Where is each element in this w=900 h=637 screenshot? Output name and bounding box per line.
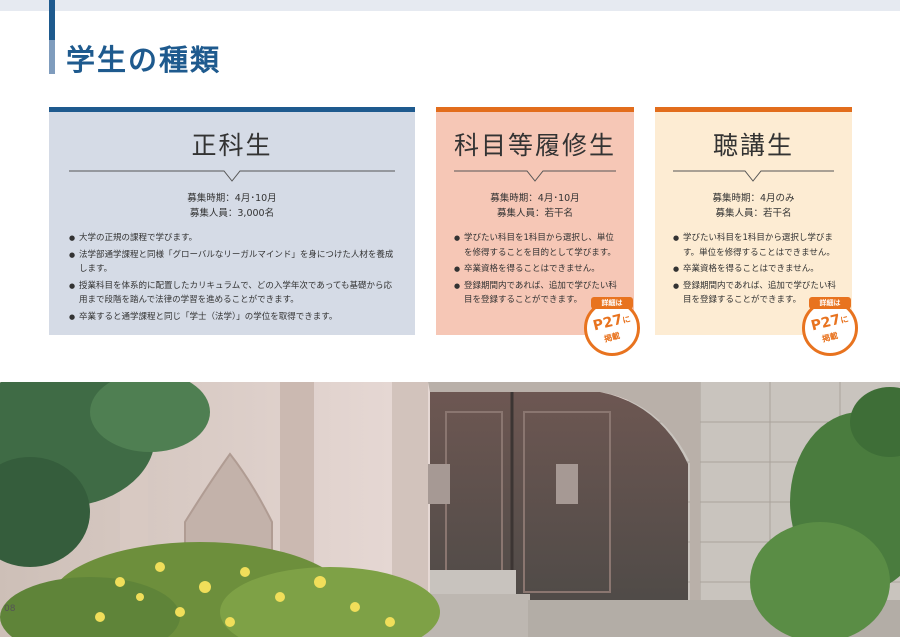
list-item: 学びたい科目を1科目から選択し、単位を修得することを目的として学びます。 xyxy=(454,231,620,260)
list-item: 大学の正規の課程で学びます。 xyxy=(69,231,399,246)
recruit-period: 募集時期：4月･10月 xyxy=(490,193,580,204)
recruit-count: 募集人員：若干名 xyxy=(496,208,573,219)
campus-gate-photo xyxy=(0,382,900,637)
page-number: 08 xyxy=(4,604,16,614)
detail-page-badge: 詳細は P27に 掲載 xyxy=(584,297,640,356)
chevron-divider-icon xyxy=(69,170,395,182)
badge-tag: 詳細は xyxy=(809,297,851,309)
card-top-line xyxy=(436,107,634,112)
chevron-divider-icon xyxy=(454,170,616,182)
recruit-count: 募集人員：3,000名 xyxy=(189,208,275,219)
page-title: 学生の種類 xyxy=(66,43,222,77)
bullet-list: 大学の正規の課程で学びます。 法学部通学課程と同様「グローバルなリーガルマインド… xyxy=(69,231,399,326)
title-accent-bar-light xyxy=(49,40,55,74)
chevron-divider-icon xyxy=(673,170,834,182)
recruit-info: 募集時期：4月のみ 募集人員：若干名 xyxy=(655,191,852,221)
detail-page-badge: 詳細は P27に 掲載 xyxy=(802,297,858,356)
card-title: 科目等履修生 xyxy=(453,131,616,160)
recruit-info: 募集時期：4月･10月 募集人員：3,000名 xyxy=(49,191,415,221)
card-top-line xyxy=(49,107,415,112)
card-title: 聴講生 xyxy=(712,131,794,160)
top-strip xyxy=(0,0,900,11)
list-item: 授業科目を体系的に配置したカリキュラムで、どの入学年次であっても基礎から応用まで… xyxy=(69,279,399,308)
recruit-count: 募集人員：若干名 xyxy=(715,208,792,219)
list-item: 卒業資格を得ることはできません。 xyxy=(454,262,620,277)
list-item: 卒業すると通学課程と同じ「学士（法学）」の学位を取得できます。 xyxy=(69,310,399,325)
list-item: 法学部通学課程と同様「グローバルなリーガルマインド」を身につけた人材を養成します… xyxy=(69,248,399,277)
recruit-period: 募集時期：4月のみ xyxy=(712,193,795,204)
list-item: 学びたい科目を1科目から選択し学びます。単位を修得することはできません。 xyxy=(673,231,837,260)
list-item: 卒業資格を得ることはできません。 xyxy=(673,262,837,277)
badge-tag: 詳細は xyxy=(591,297,633,309)
card-title: 正科生 xyxy=(191,131,273,160)
card-seikasei: 正科生 募集時期：4月･10月 募集人員：3,000名 大学の正規の課程で学びま… xyxy=(49,107,415,335)
card-top-line xyxy=(655,107,852,112)
recruit-info: 募集時期：4月･10月 募集人員：若干名 xyxy=(436,191,634,221)
photo-illustration xyxy=(0,382,900,637)
recruit-period: 募集時期：4月･10月 xyxy=(187,193,277,204)
